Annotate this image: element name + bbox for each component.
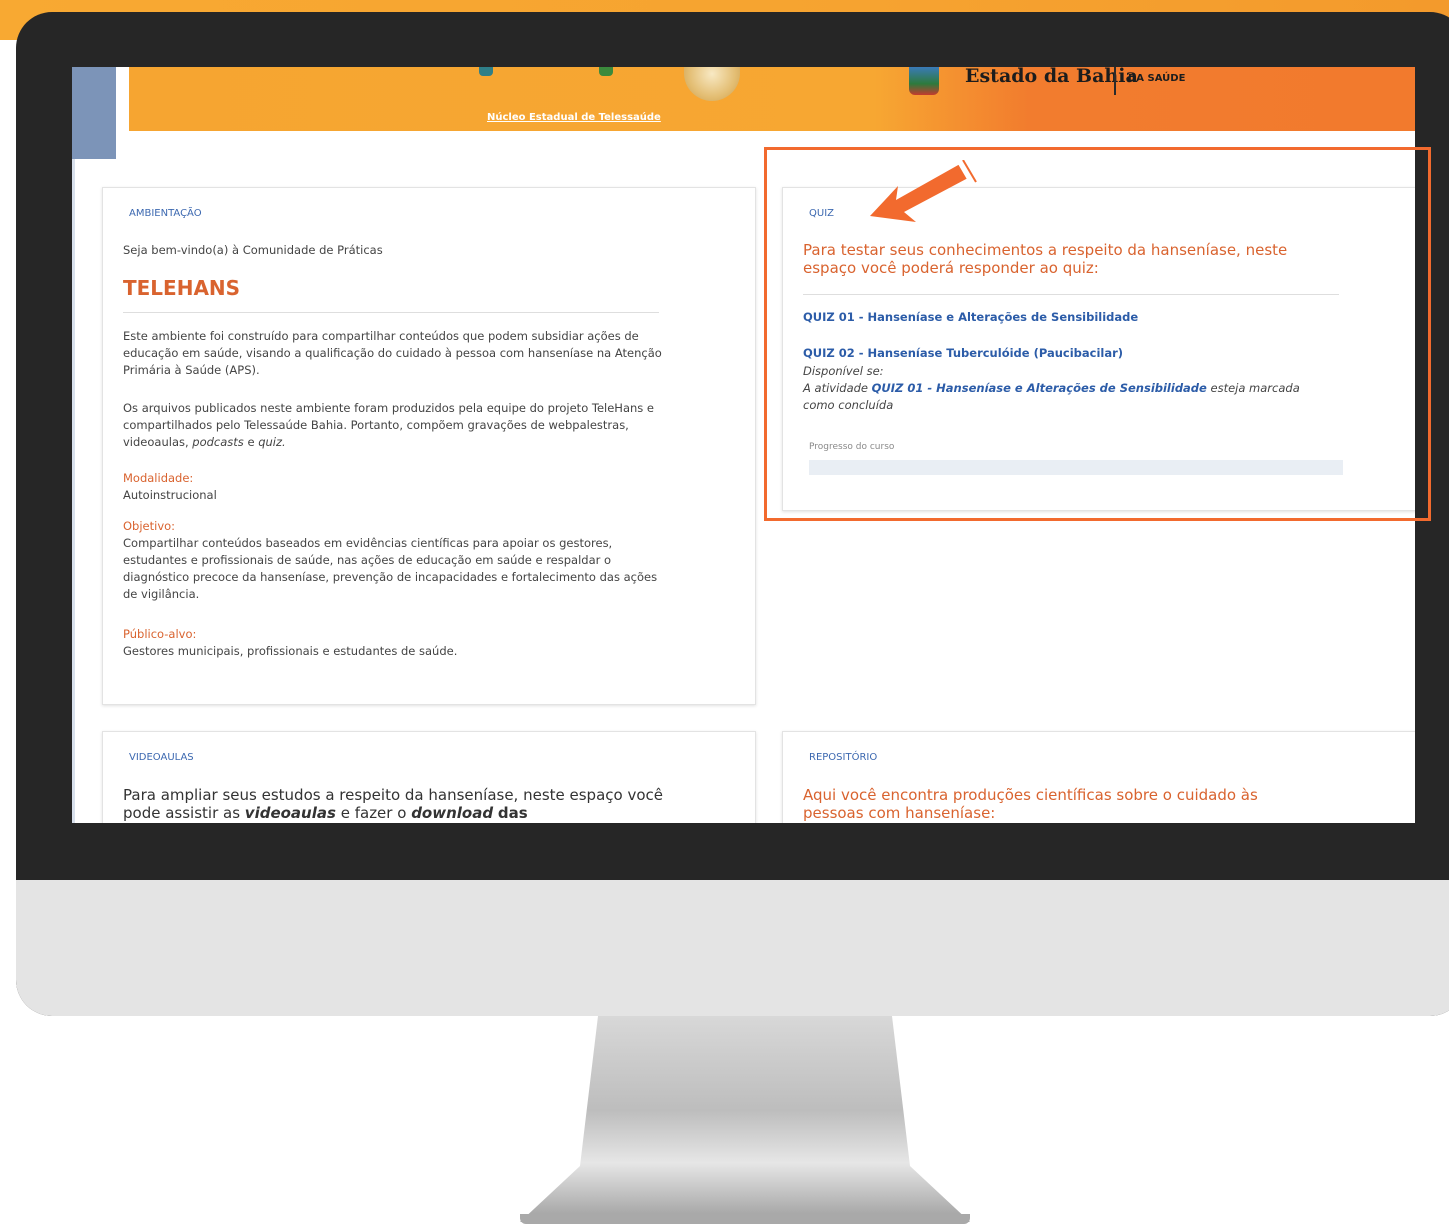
quiz-highlight-frame: [764, 147, 1431, 521]
publico-value: Gestores municipais, profissionais e est…: [123, 644, 458, 658]
telessaude-logo-mark: [599, 67, 613, 76]
videoaulas-title: VIDEOAULAS: [129, 752, 194, 763]
nucleo-caption: Núcleo Estadual de Telessaúde: [487, 112, 661, 123]
objetivo-value: Compartilhar conteúdos baseados em evidê…: [123, 536, 658, 601]
modalidade-value: Autoinstrucional: [123, 488, 217, 502]
secretaria-saude-label: DA SAÚDE: [1128, 73, 1186, 84]
and-text: e: [247, 435, 255, 449]
repositorio-title: REPOSITÓRIO: [809, 752, 878, 763]
description-paragraph: Este ambiente foi construído para compar…: [123, 329, 662, 377]
podcasts-term: podcasts: [192, 435, 244, 449]
header-banner: Núcleo Estadual de Telessaúde Estado da …: [129, 67, 1415, 131]
quiz-term: quiz.: [258, 435, 286, 449]
videoaulas-intro: Para ampliar seus estudos a respeito da …: [123, 786, 683, 822]
welcome-text: Seja bem-vindo(a) à Comunidade de Prátic…: [123, 243, 383, 257]
sidebar-edge: [72, 159, 75, 823]
sidebar-block: [72, 67, 116, 159]
repositorio-intro: Aqui você encontra produções científicas…: [803, 786, 1258, 822]
arquivos-paragraph: Os arquivos publicados neste ambiente fo…: [123, 400, 663, 451]
objetivo-label: Objetivo:: [123, 519, 176, 533]
estado-da-bahia-logo: Estado da Bahia: [965, 67, 1138, 87]
repositorio-card: REPOSITÓRIO Aqui você encontra produções…: [782, 731, 1415, 823]
logo-divider: [1114, 67, 1116, 95]
publico-label: Público-alvo:: [123, 627, 197, 641]
pointer-arrow-icon: [870, 160, 977, 222]
videoaulas-intro-text3: das: [497, 804, 528, 822]
monitor-stand-base: [520, 1214, 970, 1224]
monitor-stand: [520, 1016, 970, 1222]
seal-icon: [684, 67, 740, 101]
bahia-emblem-icon: [909, 67, 939, 95]
telessaude-logo-mark: [479, 67, 493, 76]
videoaulas-intro-text2: e fazer o: [340, 804, 407, 822]
telehans-heading: TELEHANS: [123, 276, 241, 300]
ambientacao-card: AMBIENTAÇÃO Seja bem-vindo(a) à Comunida…: [102, 187, 756, 705]
ambientacao-title: AMBIENTAÇÃO: [129, 208, 202, 219]
monitor-chin: [16, 880, 1449, 1016]
divider: [123, 312, 659, 313]
download-term: download: [411, 804, 494, 822]
videoaulas-term: videoaulas: [244, 804, 336, 822]
videoaulas-card: VIDEOAULAS Para ampliar seus estudos a r…: [102, 731, 756, 823]
modalidade-label: Modalidade:: [123, 471, 194, 485]
